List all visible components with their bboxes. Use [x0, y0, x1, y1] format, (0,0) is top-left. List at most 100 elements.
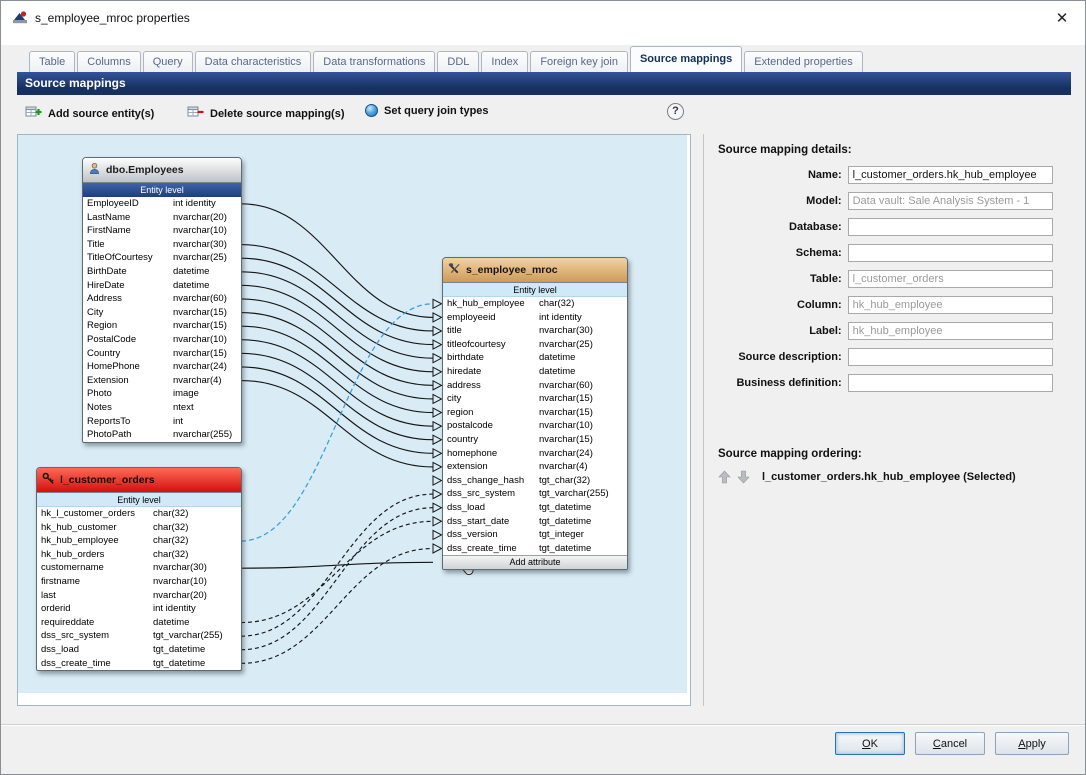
attribute-row[interactable]: LastName nvarchar(20): [83, 211, 241, 225]
schema-field[interactable]: [847, 244, 1053, 262]
attribute-row[interactable]: ReportsTo int: [83, 415, 241, 429]
attribute-row[interactable]: EmployeeID int identity: [83, 197, 241, 211]
attribute-row[interactable]: dss_version tgt_integer: [443, 528, 627, 542]
attribute-row[interactable]: dss_load tgt_datetime: [37, 643, 241, 657]
attribute-name: dss_create_time: [447, 542, 517, 554]
attribute-row[interactable]: orderid int identity: [37, 602, 241, 616]
label-field[interactable]: [847, 322, 1053, 340]
tab-extended-properties[interactable]: Extended properties: [744, 51, 863, 72]
set-query-join-types-button[interactable]: Set query join types: [365, 104, 489, 117]
attribute-row[interactable]: title nvarchar(30): [443, 324, 627, 338]
help-button[interactable]: ?: [667, 103, 684, 120]
attribute-row[interactable]: homephone nvarchar(24): [443, 447, 627, 461]
attribute-row[interactable]: hk_hub_orders char(32): [37, 548, 241, 562]
source_description-field[interactable]: [847, 348, 1053, 366]
attribute-row[interactable]: PostalCode nvarchar(10): [83, 333, 241, 347]
attribute-row[interactable]: Country nvarchar(15): [83, 347, 241, 361]
attribute-row[interactable]: dss_load tgt_datetime: [443, 501, 627, 515]
attribute-row[interactable]: last nvarchar(20): [37, 589, 241, 603]
ordering-item[interactable]: l_customer_orders.hk_hub_employee (Selec…: [762, 471, 1016, 483]
entity-target[interactable]: s_employee_mroc Entity level hk_hub_employ…: [442, 257, 628, 571]
entity-employees[interactable]: dbo.Employees Entity level EmployeeID int i…: [82, 157, 242, 443]
attribute-row[interactable]: dss_start_date tgt_datetime: [443, 515, 627, 529]
add-attribute-button[interactable]: Add attribute: [443, 555, 627, 570]
attribute-row[interactable]: Extension nvarchar(4): [83, 374, 241, 388]
close-icon[interactable]: ✕: [1053, 9, 1071, 27]
attribute-name: dss_src_system: [447, 488, 516, 500]
tab-query[interactable]: Query: [142, 51, 193, 72]
move-up-button[interactable]: [718, 470, 731, 484]
attribute-type: tgt_datetime: [539, 501, 592, 513]
attribute-row[interactable]: HireDate datetime: [83, 279, 241, 293]
tab-source-mappings[interactable]: Source mappings: [629, 46, 743, 72]
entity-orders[interactable]: l_customer_orders Entity level hk_l_custom…: [36, 467, 242, 672]
diagram-panel: dbo.Employees Entity level EmployeeID int i…: [17, 134, 691, 706]
apply-button[interactable]: Apply: [995, 732, 1069, 755]
details-fields: Name: Model: Database: Schema: Table: Column:…: [718, 166, 1053, 392]
attribute-row[interactable]: Notes ntext: [83, 401, 241, 415]
cancel-button[interactable]: Cancel: [915, 732, 985, 755]
attribute-type: nvarchar(4): [173, 374, 222, 386]
attribute-row[interactable]: City nvarchar(15): [83, 306, 241, 320]
attribute-row[interactable]: country nvarchar(15): [443, 433, 627, 447]
attribute-row[interactable]: extension nvarchar(4): [443, 460, 627, 474]
attribute-row[interactable]: region nvarchar(15): [443, 406, 627, 420]
tab-foreign-key-join[interactable]: Foreign key join: [530, 51, 628, 72]
name-field[interactable]: [847, 166, 1053, 184]
attribute-name: EmployeeID: [87, 198, 139, 209]
app-logo-icon: [11, 9, 29, 27]
attribute-row[interactable]: titleofcourtesy nvarchar(25): [443, 338, 627, 352]
attribute-row[interactable]: birthdate datetime: [443, 351, 627, 365]
move-down-button[interactable]: [737, 470, 750, 484]
attribute-row[interactable]: Region nvarchar(15): [83, 319, 241, 333]
tab-columns[interactable]: Columns: [77, 51, 141, 72]
attribute-row[interactable]: Address nvarchar(60): [83, 292, 241, 306]
tab-ddl[interactable]: DDL: [437, 51, 480, 72]
attribute-row[interactable]: postalcode nvarchar(10): [443, 419, 627, 433]
attribute-row[interactable]: requireddate datetime: [37, 616, 241, 630]
attribute-row[interactable]: city nvarchar(15): [443, 392, 627, 406]
attribute-row[interactable]: hk_hub_employee char(32): [37, 534, 241, 548]
attribute-row[interactable]: HomePhone nvarchar(24): [83, 360, 241, 374]
table-plus-icon: [25, 104, 42, 124]
model-field[interactable]: [847, 192, 1053, 210]
ok-button[interactable]: OK: [835, 732, 905, 755]
attribute-row[interactable]: Title nvarchar(30): [83, 238, 241, 252]
delete-source-mapping-button[interactable]: Delete source mapping(s): [187, 104, 344, 124]
attribute-row[interactable]: dss_src_system tgt_varchar(255): [37, 629, 241, 643]
diagram-canvas-inner[interactable]: dbo.Employees Entity level EmployeeID int i…: [18, 135, 687, 693]
attribute-row[interactable]: employeeid int identity: [443, 311, 627, 325]
attribute-row[interactable]: dss_change_hash tgt_char(32): [443, 474, 627, 488]
footer-separator: [1, 724, 1085, 726]
attribute-row[interactable]: PhotoPath nvarchar(255): [83, 428, 241, 442]
attribute-row[interactable]: Photo image: [83, 387, 241, 401]
attribute-row[interactable]: hk_hub_employee char(32): [443, 297, 627, 311]
attribute-row[interactable]: firstname nvarchar(10): [37, 575, 241, 589]
attribute-row[interactable]: dss_create_time tgt_datetime: [37, 657, 241, 671]
attribute-row[interactable]: hk_hub_customer char(32): [37, 521, 241, 535]
column-field[interactable]: [847, 296, 1053, 314]
blue-orb-icon: [365, 104, 378, 117]
business_definition-field[interactable]: [847, 374, 1053, 392]
attribute-row[interactable]: customername nvarchar(30): [37, 561, 241, 575]
attribute-row[interactable]: TitleOfCourtesy nvarchar(25): [83, 251, 241, 265]
attribute-row[interactable]: hiredate datetime: [443, 365, 627, 379]
attribute-row[interactable]: dss_create_time tgt_datetime: [443, 542, 627, 556]
attribute-row[interactable]: BirthDate datetime: [83, 265, 241, 279]
tab-data-characteristics[interactable]: Data characteristics: [194, 51, 312, 72]
attribute-row[interactable]: dss_src_system tgt_varchar(255): [443, 487, 627, 501]
attribute-type: nvarchar(30): [153, 562, 207, 574]
attribute-row[interactable]: address nvarchar(60): [443, 379, 627, 393]
section-title: Source mappings: [25, 76, 126, 90]
add-source-entity-button[interactable]: Add source entity(s): [25, 104, 154, 124]
database-field[interactable]: [847, 218, 1053, 236]
tab-index[interactable]: Index: [481, 51, 529, 72]
attribute-row[interactable]: hk_l_customer_orders char(32): [37, 507, 241, 521]
attribute-name: homephone: [447, 447, 498, 459]
key-icon: [42, 472, 55, 488]
attribute-row[interactable]: FirstName nvarchar(10): [83, 224, 241, 238]
tab-data-transformations[interactable]: Data transformations: [313, 51, 436, 72]
table-field[interactable]: [847, 270, 1053, 288]
tab-table[interactable]: Table: [29, 51, 76, 72]
attribute-type: tgt_datetime: [153, 657, 206, 669]
